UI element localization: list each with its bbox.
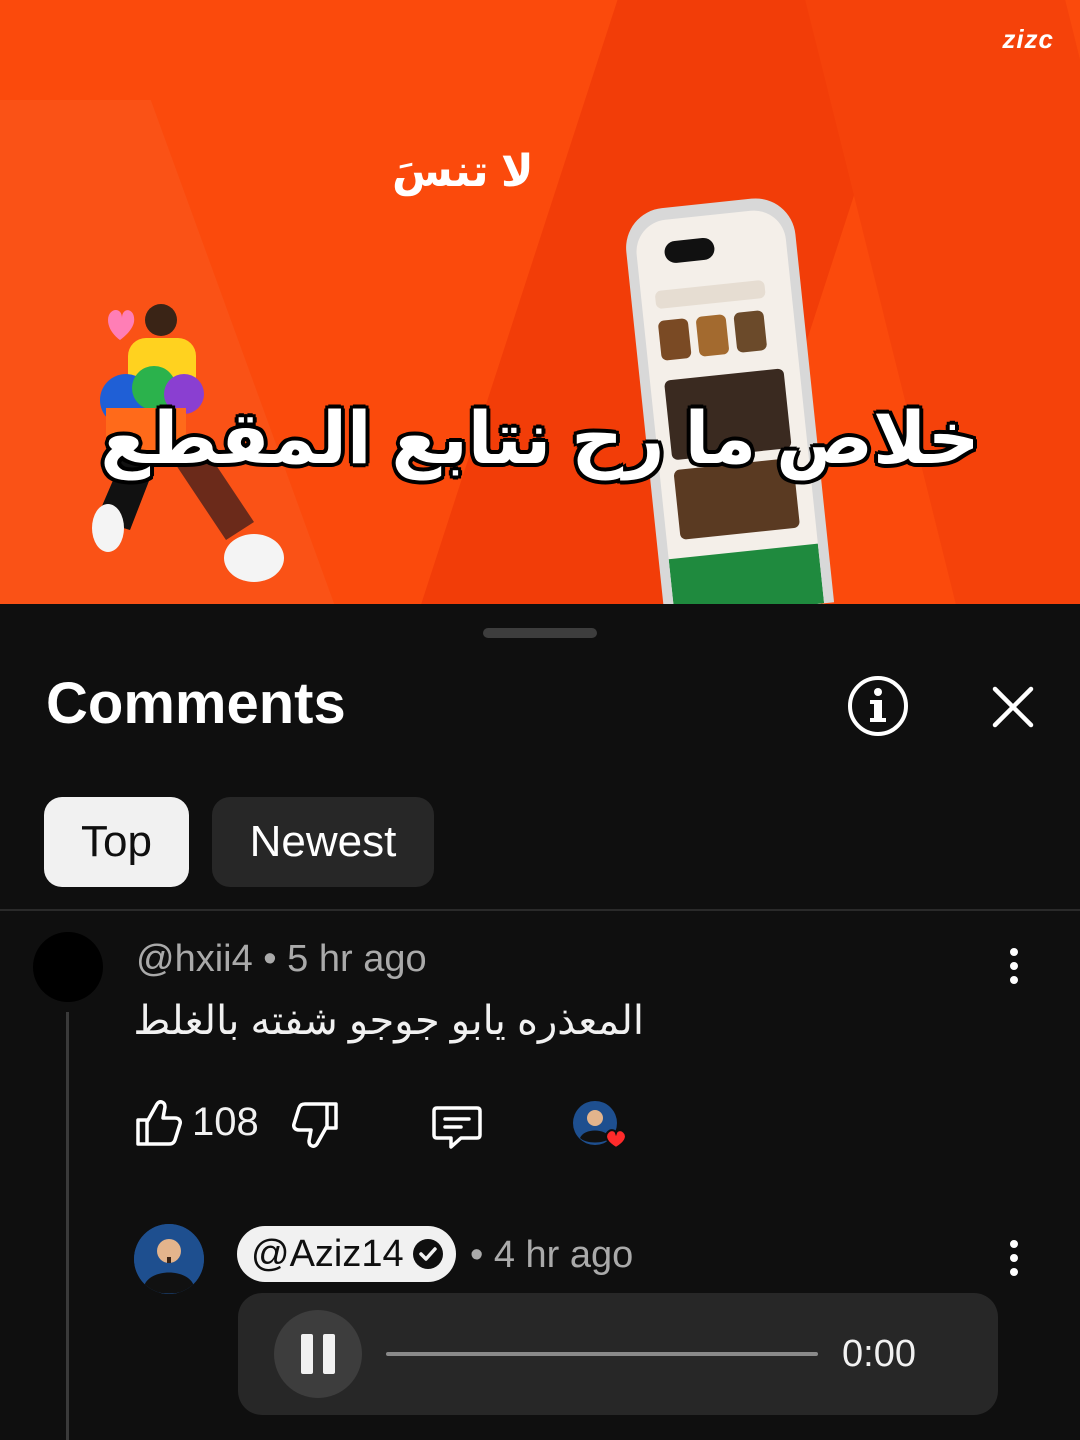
background-shape xyxy=(790,0,1080,604)
pause-icon xyxy=(301,1334,313,1374)
close-icon[interactable] xyxy=(984,678,1042,736)
drag-handle[interactable] xyxy=(483,628,597,638)
verified-check-icon xyxy=(412,1239,443,1269)
panel-title: Comments xyxy=(46,671,346,736)
comment-time: • 5 hr ago xyxy=(263,938,427,980)
video-player[interactable]: zizc لا تنسَ خلاص ما رح نتابع المقطع xyxy=(0,0,1080,604)
pause-button[interactable] xyxy=(274,1310,362,1398)
pause-icon xyxy=(323,1334,335,1374)
info-icon[interactable] xyxy=(846,674,910,738)
comment-author[interactable]: @hxii4 xyxy=(136,938,253,980)
audio-player: 0:00 xyxy=(238,1293,998,1415)
channel-logo: zizc xyxy=(1002,24,1054,54)
comment-text: المعذره يابو جوجو شفته بالغلط xyxy=(133,999,644,1043)
reply-author-badge[interactable]: @Aziz14 xyxy=(237,1226,456,1282)
dislike-icon[interactable] xyxy=(292,1100,340,1150)
reply-time: • 4 hr ago xyxy=(470,1234,634,1276)
more-options-icon[interactable] xyxy=(1004,946,1024,986)
audio-progress-track[interactable] xyxy=(386,1352,818,1356)
thread-line xyxy=(66,1012,69,1440)
filter-chip-newest[interactable]: Newest xyxy=(212,797,434,887)
video-overlay-text: لا تنسَ xyxy=(392,147,534,196)
creator-heart-icon xyxy=(573,1101,627,1150)
like-icon[interactable] xyxy=(134,1098,182,1148)
reply-author: @Aziz14 xyxy=(251,1232,404,1275)
like-count: 108 xyxy=(192,1100,259,1144)
comment-meta: @hxii4 • 5 hr ago xyxy=(136,938,427,981)
divider xyxy=(0,909,1080,911)
audio-time: 0:00 xyxy=(842,1333,916,1375)
avatar[interactable] xyxy=(134,1224,204,1294)
avatar[interactable] xyxy=(33,932,103,1002)
reply-icon[interactable] xyxy=(431,1100,483,1150)
filter-chip-top[interactable]: Top xyxy=(44,797,189,887)
more-options-icon[interactable] xyxy=(1004,1238,1024,1278)
video-caption: خلاص ما رح نتابع المقطع xyxy=(100,399,980,479)
